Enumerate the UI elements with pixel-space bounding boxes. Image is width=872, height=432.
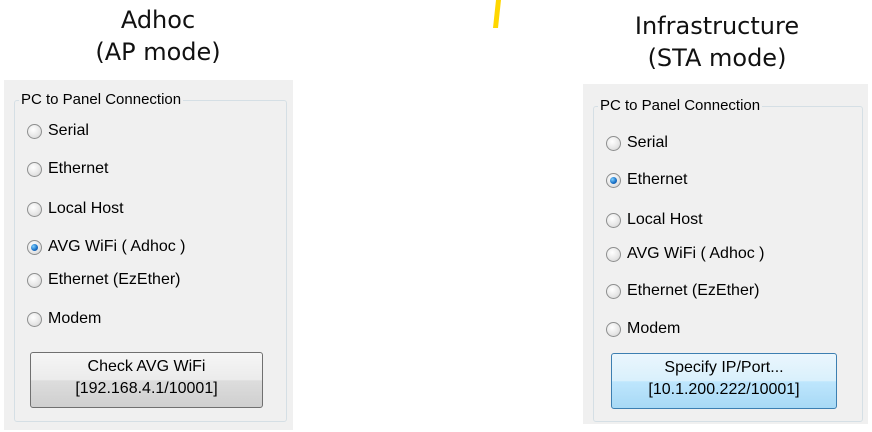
radio-label: Local Host — [48, 200, 124, 217]
groupbox-title: PC to Panel Connection — [598, 96, 763, 116]
radio-label: Modem — [627, 320, 681, 337]
radio-local-host[interactable]: Local Host — [606, 208, 703, 232]
infrastructure-caption-title: Infrastructure — [634, 12, 800, 40]
button-label: Check AVG WiFi — [87, 358, 206, 375]
infrastructure-caption-subtitle: (STA mode) — [647, 44, 787, 72]
radio-ethernet-ezether[interactable]: Ethernet (EzEther) — [606, 279, 760, 303]
adhoc-caption-title: Adhoc — [120, 6, 196, 34]
radio-label: AVG WiFi ( Adhoc ) — [627, 245, 765, 262]
adhoc-caption: Adhoc (AP mode) — [58, 4, 258, 68]
radio-local-host[interactable]: Local Host — [27, 197, 124, 221]
radio-circle-icon[interactable] — [606, 212, 621, 228]
radio-circle-icon[interactable] — [27, 161, 42, 177]
groupbox-title: PC to Panel Connection — [19, 90, 184, 110]
radio-circle-icon[interactable] — [27, 272, 42, 288]
radio-label: Modem — [48, 310, 102, 327]
radio-label: Ethernet — [48, 160, 109, 177]
radio-label: Serial — [627, 134, 668, 151]
radio-circle-selected-icon[interactable] — [27, 239, 42, 255]
radio-label: Ethernet (EzEther) — [48, 271, 181, 288]
yellow-accent-mark — [493, 0, 501, 28]
radio-ethernet[interactable]: Ethernet — [27, 157, 108, 181]
radio-serial[interactable]: Serial — [606, 131, 668, 155]
radio-modem[interactable]: Modem — [606, 317, 680, 341]
radio-label: Ethernet — [627, 171, 688, 188]
button-label: Specify IP/Port... — [664, 359, 784, 376]
infrastructure-connection-panel: PC to Panel Connection Serial Ethernet L… — [583, 84, 868, 424]
check-avg-wifi-button[interactable]: Check AVG WiFi [192.168.4.1/10001] — [30, 352, 263, 408]
radio-circle-icon[interactable] — [606, 246, 621, 262]
button-address: [10.1.200.222/10001] — [648, 381, 800, 398]
radio-label: Local Host — [627, 211, 703, 228]
radio-avg-wifi-adhoc[interactable]: AVG WiFi ( Adhoc ) — [606, 242, 765, 266]
radio-serial[interactable]: Serial — [27, 119, 89, 143]
radio-circle-icon[interactable] — [27, 123, 42, 139]
radio-label: Ethernet (EzEther) — [627, 282, 760, 299]
radio-circle-icon[interactable] — [27, 201, 42, 217]
radio-circle-icon[interactable] — [606, 283, 621, 299]
radio-label: AVG WiFi ( Adhoc ) — [48, 238, 186, 255]
adhoc-caption-subtitle: (AP mode) — [95, 38, 221, 66]
radio-circle-selected-icon[interactable] — [606, 172, 621, 188]
infrastructure-caption: Infrastructure (STA mode) — [617, 10, 817, 74]
radio-circle-icon[interactable] — [606, 135, 621, 151]
radio-ethernet-ezether[interactable]: Ethernet (EzEther) — [27, 268, 181, 292]
radio-modem[interactable]: Modem — [27, 307, 101, 331]
radio-circle-icon[interactable] — [606, 321, 621, 337]
radio-label: Serial — [48, 122, 89, 139]
specify-ip-port-button[interactable]: Specify IP/Port... [10.1.200.222/10001] — [611, 353, 837, 409]
radio-avg-wifi-adhoc[interactable]: AVG WiFi ( Adhoc ) — [27, 235, 186, 259]
radio-ethernet[interactable]: Ethernet — [606, 168, 687, 192]
radio-circle-icon[interactable] — [27, 311, 42, 327]
adhoc-connection-panel: PC to Panel Connection Serial Ethernet L… — [4, 80, 293, 430]
button-address: [192.168.4.1/10001] — [75, 380, 218, 397]
